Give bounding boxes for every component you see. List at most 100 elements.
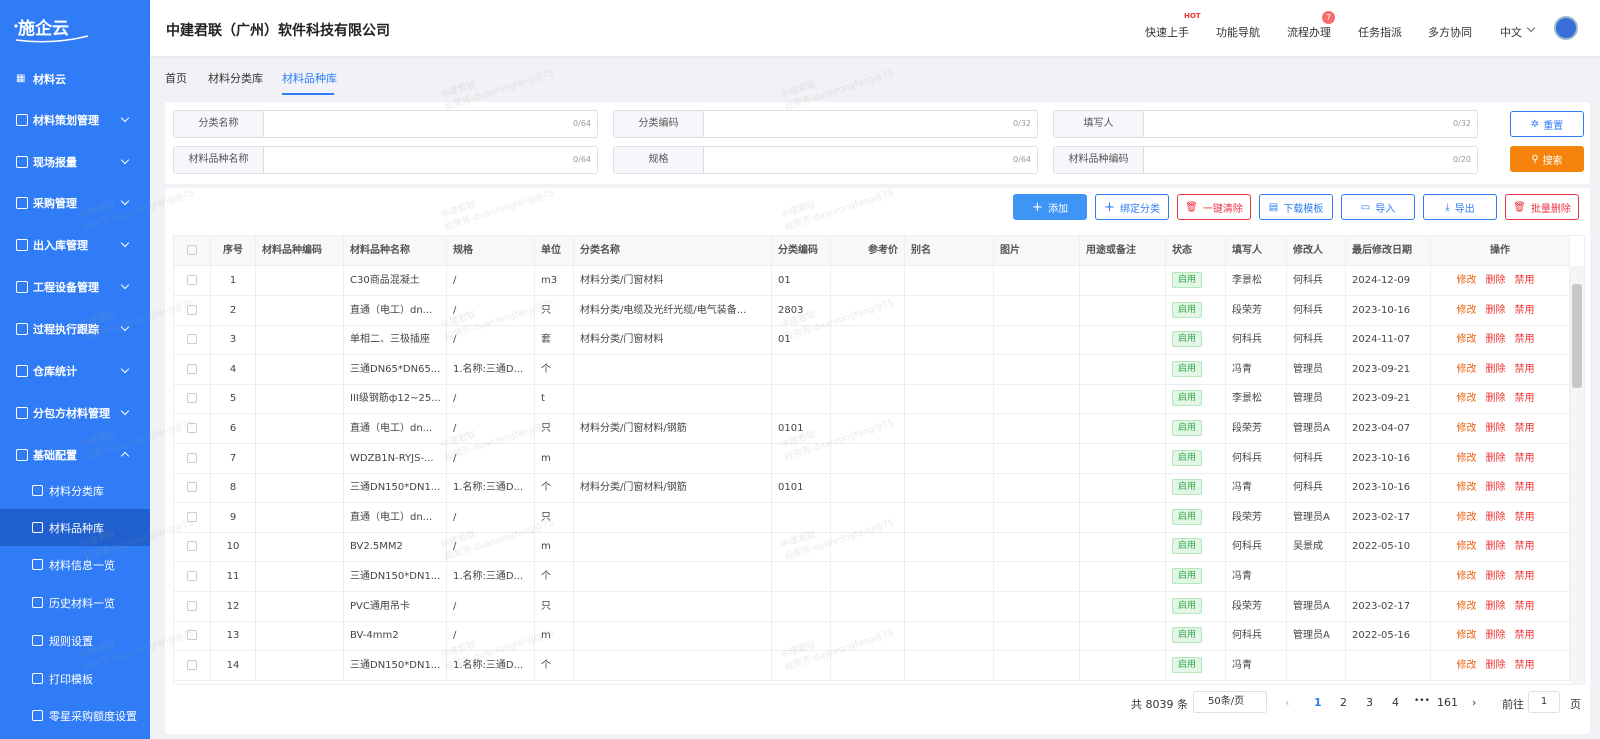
quick-start-link[interactable]: 快速上手 bbox=[1145, 24, 1189, 40]
table-row[interactable]: 1 C30商品混凝土 / m3 材料分类/门窗材料 01 启用 李景松 何科兵 2024-12-0… bbox=[174, 266, 1570, 296]
disable-action[interactable]: 禁用 bbox=[1515, 296, 1535, 326]
disable-action[interactable]: 禁用 bbox=[1515, 592, 1535, 622]
disable-action[interactable]: 禁用 bbox=[1515, 532, 1535, 562]
bind-category-button[interactable]: + 绑定分类 bbox=[1095, 194, 1169, 220]
table-row[interactable]: 6 直通（电工）dn... / 只材料分类/门窗材料/钢筋 0101 启用 段荣芳 管理员A 2… bbox=[174, 414, 1570, 444]
sidebar-subitem-5[interactable]: 规则设置 bbox=[0, 622, 150, 659]
disable-action[interactable]: 禁用 bbox=[1515, 562, 1535, 592]
table-row[interactable]: 2 直通（电工）dn... / 只材料分类/电缆及光纤光缆/电气装备... 2803 启用… bbox=[174, 295, 1570, 326]
delete-action[interactable]: 删除 bbox=[1486, 384, 1506, 414]
table-row[interactable]: 11 三通DN150*DN1... 1.名称:三通D... 个 启用 冯青 修改 删除 禁用 bbox=[174, 562, 1570, 592]
sidebar-item-1[interactable]: ▦ 材料云 bbox=[0, 60, 150, 97]
page-4[interactable]: 4 bbox=[1392, 696, 1399, 709]
category-name-field[interactable]: 分类名称 0/64 bbox=[173, 110, 598, 138]
row-checkbox[interactable] bbox=[174, 384, 211, 415]
table-row[interactable]: 12 PVC通用吊卡 / 只启用 段荣芳 管理员A 2023-02-17 修改 删除 禁用 bbox=[174, 591, 1570, 622]
disable-action[interactable]: 禁用 bbox=[1515, 355, 1535, 385]
clear-all-button[interactable]: 🗑 一键清除 bbox=[1177, 194, 1251, 220]
collab-link[interactable]: 多方协同 bbox=[1428, 24, 1472, 40]
edit-action[interactable]: 修改 bbox=[1457, 355, 1477, 385]
table-row[interactable]: 13 BV-4mm2/m 启用 何科兵 管理员A 2022-05-16 修改 删除 禁用 bbox=[174, 621, 1570, 652]
export-button[interactable]: ⤓ 导出 bbox=[1423, 194, 1497, 220]
disable-action[interactable]: 禁用 bbox=[1515, 651, 1535, 681]
flow-link[interactable]: 流程办理 bbox=[1287, 24, 1331, 40]
task-assign-link[interactable]: 任务指派 bbox=[1358, 24, 1402, 40]
delete-action[interactable]: 删除 bbox=[1486, 621, 1506, 651]
disable-action[interactable]: 禁用 bbox=[1515, 444, 1535, 474]
table-row[interactable]: 3 单相二、三极插座 / 套材料分类/门窗材料 01 启用 何科兵 何科兵 2024-11-07… bbox=[174, 325, 1570, 356]
language-select[interactable]: 中文 bbox=[1500, 24, 1522, 40]
sidebar-item-3[interactable]: 现场报量 bbox=[0, 143, 150, 180]
delete-action[interactable]: 删除 bbox=[1486, 325, 1506, 355]
edit-action[interactable]: 修改 bbox=[1457, 296, 1477, 326]
edit-action[interactable]: 修改 bbox=[1457, 532, 1477, 562]
row-checkbox[interactable] bbox=[174, 414, 211, 444]
row-checkbox[interactable] bbox=[174, 473, 211, 504]
writer-field[interactable]: 填写人 0/32 bbox=[1053, 110, 1478, 138]
disable-action[interactable]: 禁用 bbox=[1515, 266, 1535, 296]
edit-action[interactable]: 修改 bbox=[1457, 325, 1477, 355]
sidebar-item-9[interactable]: 分包方材料管理 bbox=[0, 394, 150, 431]
delete-action[interactable]: 删除 bbox=[1486, 355, 1506, 385]
table-row[interactable]: 9 直通（电工）dn... / 只启用 段荣芳 管理员A 2023-02-17 修改 删除 禁用 bbox=[174, 502, 1570, 533]
table-row[interactable]: 5 III级钢筋ф12~25... / t 启用 李景松 管理员 2023-09-21 修改 删除… bbox=[174, 384, 1570, 415]
variety-name-field[interactable]: 材料品种名称 0/64 bbox=[173, 146, 598, 174]
page-1[interactable]: 1 bbox=[1314, 696, 1322, 709]
table-row[interactable]: 8 三通DN150*DN1... 1.名称:三通D... 个材料分类/门窗材料/钢筋 0… bbox=[174, 473, 1570, 504]
tab-category-library[interactable]: 材料分类库 bbox=[208, 70, 263, 86]
table-row[interactable]: 14 三通DN150*DN1... 1.名称:三通D... 个 启用 冯青 修改 删除 禁用 bbox=[174, 650, 1570, 681]
select-all-checkbox[interactable] bbox=[174, 236, 211, 266]
tab-variety-library[interactable]: 材料品种库 bbox=[282, 70, 337, 86]
sidebar-item-10[interactable]: 基础配置 bbox=[0, 436, 150, 473]
disable-action[interactable]: 禁用 bbox=[1515, 503, 1535, 533]
row-checkbox[interactable] bbox=[174, 591, 211, 622]
delete-action[interactable]: 删除 bbox=[1486, 414, 1506, 444]
spec-field[interactable]: 规格 0/64 bbox=[613, 146, 1038, 174]
chevron-down-icon[interactable] bbox=[1526, 23, 1536, 33]
row-checkbox[interactable] bbox=[174, 443, 211, 474]
edit-action[interactable]: 修改 bbox=[1457, 266, 1477, 296]
delete-action[interactable]: 删除 bbox=[1486, 562, 1506, 592]
edit-action[interactable]: 修改 bbox=[1457, 444, 1477, 474]
sidebar-subitem-1[interactable]: 材料分类库 bbox=[0, 472, 150, 509]
disable-action[interactable]: 禁用 bbox=[1515, 414, 1535, 444]
avatar[interactable] bbox=[1554, 16, 1578, 40]
download-template-button[interactable]: ▤ 下载模板 bbox=[1259, 194, 1333, 220]
sidebar-item-6[interactable]: 工程设备管理 bbox=[0, 268, 150, 305]
batch-delete-button[interactable]: 🗑 批量删除 bbox=[1505, 194, 1579, 220]
next-page-icon[interactable]: › bbox=[1472, 696, 1476, 709]
delete-action[interactable]: 删除 bbox=[1486, 503, 1506, 533]
row-checkbox[interactable] bbox=[174, 295, 211, 326]
row-checkbox[interactable] bbox=[174, 650, 211, 681]
sidebar-subitem-6[interactable]: 打印模板 bbox=[0, 660, 150, 697]
delete-action[interactable]: 删除 bbox=[1486, 532, 1506, 562]
row-checkbox[interactable] bbox=[174, 502, 211, 533]
disable-action[interactable]: 禁用 bbox=[1515, 384, 1535, 414]
page-ellipsis[interactable]: ••• bbox=[1414, 696, 1430, 706]
sidebar-subitem-2[interactable]: 材料品种库 bbox=[0, 509, 150, 546]
row-checkbox[interactable] bbox=[174, 266, 211, 296]
delete-action[interactable]: 删除 bbox=[1486, 592, 1506, 622]
edit-action[interactable]: 修改 bbox=[1457, 414, 1477, 444]
edit-action[interactable]: 修改 bbox=[1457, 562, 1477, 592]
table-scrollbar[interactable] bbox=[1570, 266, 1584, 684]
edit-action[interactable]: 修改 bbox=[1457, 592, 1477, 622]
reset-button[interactable]: ✲ 重置 bbox=[1510, 111, 1584, 137]
edit-action[interactable]: 修改 bbox=[1457, 473, 1477, 503]
sidebar-item-5[interactable]: 出入库管理 bbox=[0, 226, 150, 263]
row-checkbox[interactable] bbox=[174, 354, 211, 385]
app-logo[interactable]: 施企云 bbox=[12, 12, 92, 46]
table-row[interactable]: 10 BV2.5MM2/m 启用 何科兵 吴景成 2022-05-10 修改 删除 禁用 bbox=[174, 532, 1570, 563]
add-button[interactable]: + 添加 bbox=[1013, 194, 1087, 220]
sidebar-subitem-7[interactable]: 零星采购额度设置 bbox=[0, 697, 150, 734]
search-button[interactable]: ⚲ 搜索 bbox=[1510, 146, 1584, 172]
scroll-thumb[interactable] bbox=[1572, 284, 1582, 388]
sidebar-item-8[interactable]: 仓库统计 bbox=[0, 352, 150, 389]
row-checkbox[interactable] bbox=[174, 325, 211, 356]
variety-code-field[interactable]: 材料品种编码 0/20 bbox=[1053, 146, 1478, 174]
page-3[interactable]: 3 bbox=[1366, 696, 1373, 709]
disable-action[interactable]: 禁用 bbox=[1515, 473, 1535, 503]
delete-action[interactable]: 删除 bbox=[1486, 296, 1506, 326]
goto-page-input[interactable]: 1 bbox=[1528, 691, 1560, 713]
page-size-select[interactable]: 50条/页 bbox=[1193, 691, 1267, 713]
